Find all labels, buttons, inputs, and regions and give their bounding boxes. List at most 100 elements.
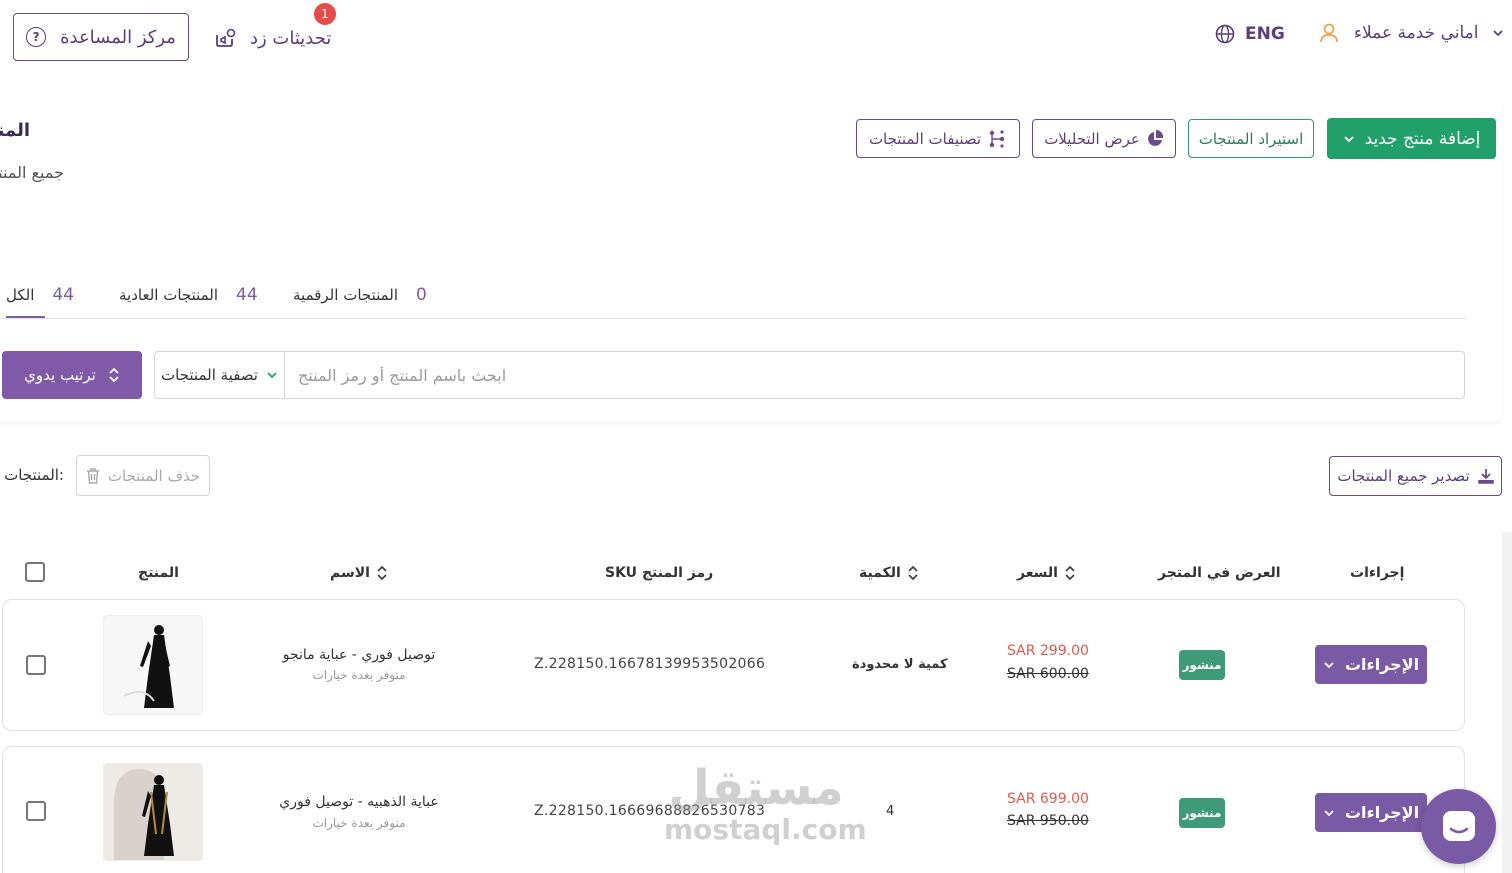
tab-label: الكل	[6, 286, 35, 304]
delete-products-button[interactable]: حذف المنتجات	[76, 455, 210, 496]
tab-count: 44	[52, 285, 75, 305]
chevron-down-icon	[1324, 661, 1334, 668]
product-price: SAR 299.00	[1007, 643, 1089, 659]
globe-icon	[1215, 24, 1235, 44]
select-all-checkbox[interactable]	[25, 562, 45, 582]
question-circle-icon: ?	[26, 27, 47, 47]
page-subtitle: جميع المنتجات	[0, 163, 64, 182]
column-header-actions: إجراءات	[1350, 562, 1404, 584]
watermark-latin: mostaql.com	[664, 813, 867, 846]
sort-arrows-icon	[1065, 565, 1075, 581]
header-label: الاسم	[330, 565, 370, 581]
filter-products-label: تصفية المنتجات	[161, 366, 258, 384]
header-label: السعر	[1017, 565, 1058, 581]
row-checkbox[interactable]	[26, 801, 46, 821]
import-products-button[interactable]: استيراد المنتجات	[1188, 119, 1314, 158]
scrollbar-track[interactable]	[1502, 532, 1512, 873]
chevron-down-icon	[1493, 30, 1504, 37]
product-variants-note: متوفر بعدة خيارات	[312, 668, 406, 682]
megaphone-icon	[216, 28, 236, 47]
download-icon	[1477, 469, 1494, 484]
chevron-down-icon	[1343, 135, 1354, 142]
updates-label: تحديثات زد	[250, 27, 332, 49]
manual-sort-label: ترتيب يدوي	[24, 366, 96, 384]
watermark-arabic: مستقل	[668, 760, 844, 816]
export-all-products-button[interactable]: تصدير جميع المنتجات	[1329, 456, 1502, 496]
tab-label: المنتجات العادية	[119, 286, 219, 304]
tab-regular-products[interactable]: 44 المنتجات العادية	[119, 272, 258, 318]
watermark: مستقل mostaql.com	[664, 760, 867, 846]
product-name-link[interactable]: توصيل فوري - عباية مانجو	[259, 647, 459, 663]
sort-arrows-icon	[109, 367, 119, 383]
row-checkbox[interactable]	[26, 655, 46, 675]
header-label: العرض في المتجر	[1158, 565, 1281, 581]
tab-label: المنتجات الرقمية	[293, 286, 399, 304]
tabs-divider	[0, 318, 1466, 319]
tab-count: 44	[236, 285, 258, 305]
chat-bubble-icon	[1442, 810, 1475, 841]
help-center-label: مركز المساعدة	[60, 26, 176, 48]
abaya-image	[104, 764, 202, 860]
notification-count-badge: 1	[314, 3, 336, 25]
import-products-label: استيراد المنتجات	[1198, 129, 1304, 148]
column-header-store-display: العرض في المتجر	[1158, 562, 1281, 584]
product-thumbnail[interactable]	[103, 615, 203, 715]
header-label: SKU رمز المنتج	[605, 565, 714, 581]
row-actions-button[interactable]: الإجراءات	[1315, 793, 1427, 832]
header-label: المنتج	[138, 565, 179, 581]
column-header-name[interactable]: الاسم	[330, 562, 388, 584]
selected-products-label: :المنتجات المحددة	[0, 466, 64, 484]
user-menu[interactable]: اماني خدمة عملاء	[1318, 22, 1504, 44]
product-sku: Z.228150.16678139953502066	[534, 656, 766, 672]
product-categories-button[interactable]: تصنيفات المنتجات	[856, 119, 1020, 158]
pie-chart-icon	[1147, 129, 1163, 146]
user-name: اماني خدمة عملاء	[1354, 23, 1479, 43]
column-header-product: المنتج	[138, 562, 179, 584]
row-actions-label: الإجراءات	[1344, 655, 1420, 674]
product-price: SAR 699.00	[1007, 791, 1089, 807]
chevron-down-icon	[267, 372, 277, 379]
product-quantity: 4	[886, 804, 895, 819]
product-quantity: كمية لا محدودة	[852, 657, 948, 672]
column-header-price[interactable]: السعر	[1017, 562, 1076, 584]
product-old-price: SAR 950.00	[1007, 813, 1089, 829]
add-product-label: إضافة منتج جديد	[1364, 128, 1481, 149]
trash-icon	[86, 467, 99, 484]
export-all-products-label: تصدير جميع المنتجات	[1337, 467, 1470, 485]
language-label: ENG	[1245, 24, 1285, 44]
row-actions-label: الإجراءات	[1344, 803, 1420, 822]
view-analytics-button[interactable]: عرض التحليلات	[1032, 119, 1176, 158]
sort-arrows-icon	[908, 565, 918, 581]
tab-count: 0	[416, 285, 427, 305]
product-thumbnail[interactable]	[103, 763, 203, 861]
column-header-quantity[interactable]: الكمية	[859, 562, 919, 584]
product-old-price: SAR 600.00	[1007, 666, 1089, 682]
chat-support-button[interactable]	[1421, 789, 1496, 864]
add-product-button[interactable]: إضافة منتج جديد	[1327, 118, 1496, 159]
filter-products-dropdown[interactable]: تصفية المنتجات	[155, 352, 285, 398]
row-actions-button[interactable]: الإجراءات	[1315, 645, 1427, 684]
tab-all[interactable]: 44 الكل	[6, 272, 74, 318]
search-input[interactable]	[286, 352, 1464, 398]
product-variants-note: متوفر بعدة خيارات	[312, 816, 406, 830]
delete-products-label: حذف المنتجات	[107, 466, 201, 485]
chevron-down-icon	[1324, 809, 1334, 816]
hierarchy-icon	[989, 129, 1005, 148]
tab-digital-products[interactable]: 0 المنتجات الرقمية	[293, 272, 427, 318]
zid-updates-link[interactable]: تحديثات زد	[214, 22, 331, 54]
column-header-sku: SKU رمز المنتج	[605, 562, 713, 584]
header-label: إجراءات	[1350, 565, 1405, 581]
status-badge: منشور	[1179, 798, 1225, 828]
view-analytics-label: عرض التحليلات	[1044, 129, 1140, 148]
product-name-link[interactable]: عباية الذهبيه - توصيل فوري	[259, 794, 459, 810]
sort-arrows-icon	[377, 565, 387, 581]
status-badge: منشور	[1179, 650, 1225, 680]
manual-sort-button[interactable]: ترتيب يدوي	[2, 351, 142, 399]
page-title: المنتجات	[0, 120, 30, 141]
abaya-image	[104, 616, 202, 714]
language-switcher[interactable]: ENG	[1215, 24, 1285, 44]
user-icon	[1320, 23, 1338, 43]
header-label: الكمية	[859, 565, 901, 581]
help-center-button[interactable]: ? مركز المساعدة	[13, 13, 189, 61]
product-categories-label: تصنيفات المنتجات	[868, 129, 982, 148]
